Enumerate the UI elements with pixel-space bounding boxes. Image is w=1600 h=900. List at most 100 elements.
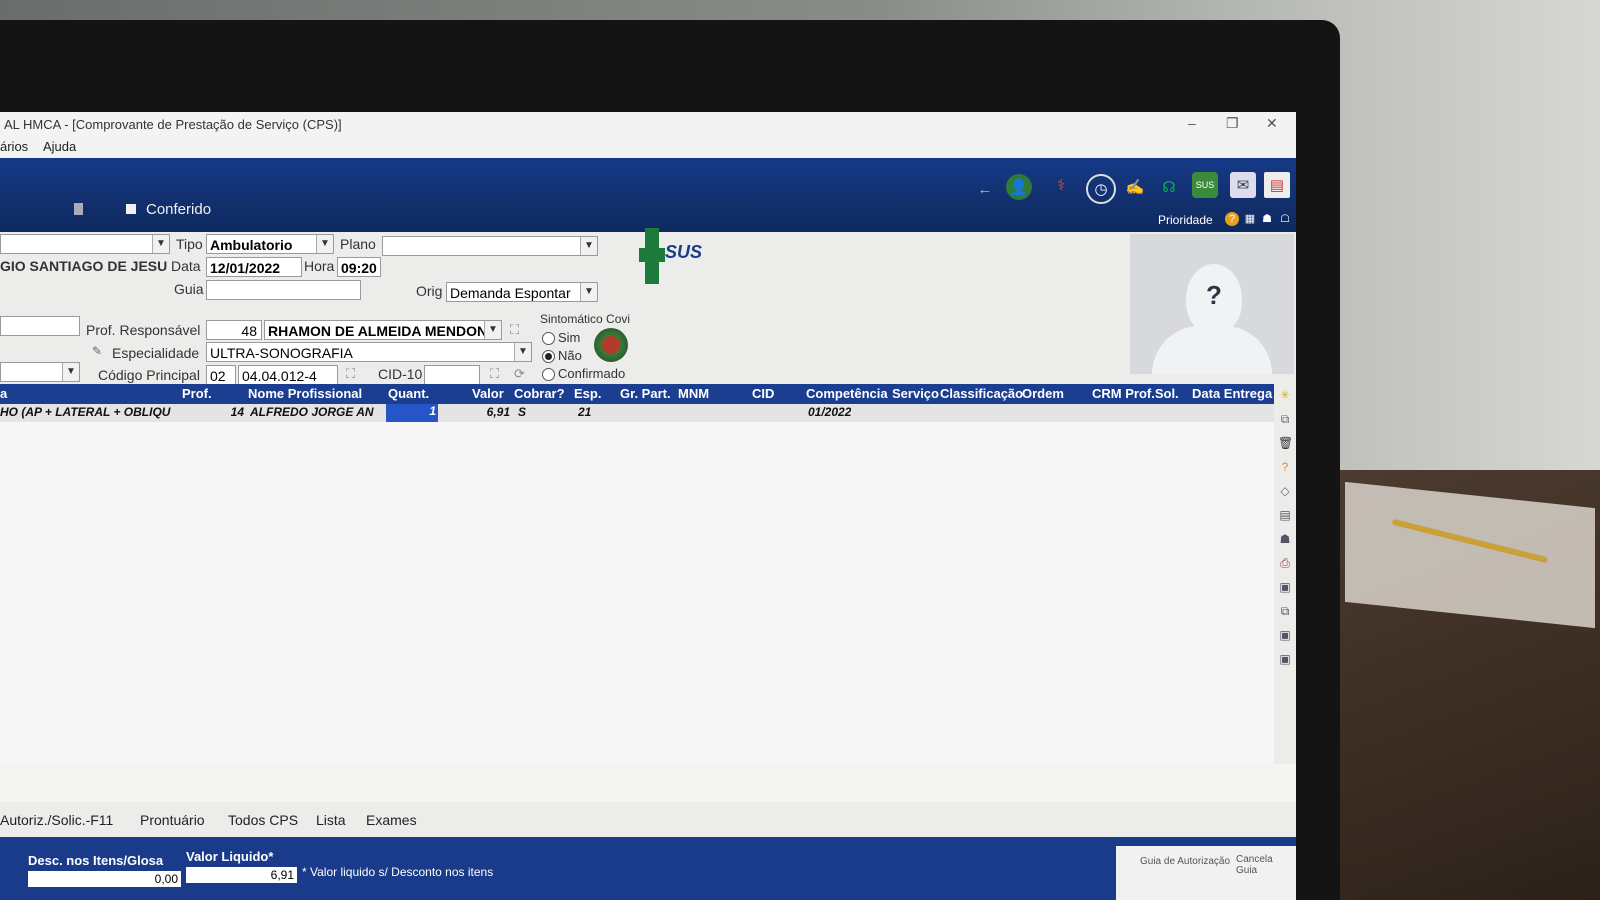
col-cid[interactable]: CID xyxy=(752,386,774,401)
especialidade-select[interactable]: ULTRA-SONOGRAFIA ▼ xyxy=(206,342,532,362)
mail-icon[interactable]: ✉ xyxy=(1230,172,1256,198)
col-nome-profissional[interactable]: Nome Profissional xyxy=(248,386,362,401)
stethoscope-icon[interactable]: ☊ xyxy=(1156,174,1182,200)
tab-autoriz-solic[interactable]: Autoriz./Solic.-F11 xyxy=(0,812,113,828)
chevron-down-icon[interactable]: ▼ xyxy=(580,237,597,255)
conferido-label: Conferido xyxy=(146,201,212,218)
tab-exames[interactable]: Exames xyxy=(366,812,417,828)
col-servico[interactable]: Serviço xyxy=(892,386,939,401)
col-competencia[interactable]: Competência xyxy=(806,386,888,401)
sintomatico-nao-radio[interactable] xyxy=(542,350,555,363)
col-procedimento[interactable]: a xyxy=(0,386,7,401)
prof-resp-select[interactable]: RHAMON DE ALMEIDA MENDON ▼ xyxy=(264,320,502,340)
patient-name: GIO SANTIAGO DE JESU xyxy=(0,258,168,274)
users-icon[interactable]: ☗ xyxy=(1278,532,1292,546)
sintomatico-confirmado-radio[interactable] xyxy=(542,368,555,381)
patient-photo: ? xyxy=(1130,234,1294,374)
liquido-label: Valor Liquido* xyxy=(186,849,274,864)
guia-field[interactable] xyxy=(206,280,361,300)
arrow-left-icon[interactable]: ← xyxy=(978,176,993,202)
aux-field[interactable] xyxy=(0,316,80,336)
report-icon[interactable]: ▤ xyxy=(1264,172,1290,198)
chevron-down-icon[interactable]: ▼ xyxy=(62,363,79,381)
prof-resp-code[interactable]: 48 xyxy=(206,320,262,340)
grid-icon[interactable]: ▦ xyxy=(1243,212,1257,226)
col-mnm[interactable]: MNM xyxy=(678,386,709,401)
codigo-field[interactable]: 04.04.012-4 xyxy=(238,365,338,385)
list-icon[interactable]: ▣ xyxy=(1278,652,1292,666)
warning-person-icon[interactable]: ☖ xyxy=(1278,212,1292,226)
medical-caduceus-icon[interactable]: ⚕ xyxy=(1048,172,1074,198)
side-toolbar: ✳ ⧉ 🗑 ? ◇ ▤ ☗ ⎙ ▣ ⧉ ▣ ▣ xyxy=(1274,384,1296,764)
table-row[interactable]: HO (AP + LATERAL + OBLIQU 14 ALFREDO JOR… xyxy=(0,404,1274,422)
tag-icon[interactable]: ◇ xyxy=(1278,484,1292,498)
col-esp[interactable]: Esp. xyxy=(574,386,601,401)
guia-autorizacao-button[interactable]: Guia de Autorização xyxy=(1140,856,1230,867)
plano-label: Plano xyxy=(340,236,376,252)
writing-hand-icon[interactable]: ✍ xyxy=(1122,174,1148,200)
documents-icon[interactable]: ⧉ xyxy=(1278,604,1292,618)
cell-quant[interactable]: 1 xyxy=(386,404,438,422)
monitor-icon[interactable]: ▣ xyxy=(1278,580,1292,594)
codigo-prefix[interactable]: 02 xyxy=(206,365,236,385)
chevron-down-icon[interactable]: ▼ xyxy=(316,235,333,253)
prof-resp-name: RHAMON DE ALMEIDA MENDON xyxy=(268,323,488,339)
save-icon[interactable]: ▣ xyxy=(1278,628,1292,642)
menu-formularios[interactable]: ários xyxy=(0,139,28,154)
menu-ajuda[interactable]: Ajuda xyxy=(43,139,76,154)
plano-select[interactable]: ▼ xyxy=(382,236,598,256)
col-classificacao[interactable]: Classificação xyxy=(940,386,1023,401)
calculator-icon[interactable] xyxy=(74,203,83,215)
question-icon[interactable]: ? xyxy=(1278,460,1292,474)
orig-select[interactable]: Demanda Espontar ▼ xyxy=(446,282,598,302)
refresh-icon[interactable]: ⟳ xyxy=(514,366,525,382)
chevron-down-icon[interactable]: ▼ xyxy=(152,235,169,253)
sintomatico-sim-radio[interactable] xyxy=(542,332,555,345)
col-cobrar[interactable]: Cobrar? xyxy=(514,386,565,401)
col-quant[interactable]: Quant. xyxy=(388,386,429,401)
star-icon[interactable]: ✳ xyxy=(1278,388,1292,402)
data-label: Data xyxy=(171,258,201,274)
clock-icon[interactable]: ◷ xyxy=(1086,174,1116,204)
cancela-guia-button[interactable]: Cancela Guia xyxy=(1236,854,1296,876)
col-data-entrega[interactable]: Data Entrega xyxy=(1192,386,1272,401)
people-icon[interactable]: ☗ xyxy=(1260,212,1274,226)
trash-icon[interactable]: 🗑 xyxy=(1278,436,1293,450)
chevron-down-icon[interactable]: ▼ xyxy=(580,283,597,301)
copy-icon[interactable]: ⧉ xyxy=(1278,412,1292,426)
cid-field[interactable] xyxy=(424,365,480,385)
binoculars-icon[interactable]: ⛶ xyxy=(510,322,519,338)
tab-todos-cps[interactable]: Todos CPS xyxy=(228,812,298,828)
chevron-down-icon[interactable]: ▼ xyxy=(484,321,501,339)
sus-card-icon[interactable]: SUS xyxy=(1192,172,1218,198)
sintomatico-confirmado-label: Confirmado xyxy=(558,366,626,381)
aux-select[interactable]: ▼ xyxy=(0,362,80,382)
pin-icon[interactable]: ✎ xyxy=(92,344,102,358)
grid-body: HO (AP + LATERAL + OBLIQU 14 ALFREDO JOR… xyxy=(0,404,1274,762)
binoculars-icon[interactable]: ⛶ xyxy=(346,366,355,382)
minimize-button[interactable]: – xyxy=(1188,115,1196,131)
binoculars-icon[interactable]: ⛶ xyxy=(490,366,499,382)
print-icon[interactable]: ⎙ xyxy=(1278,556,1292,570)
sintomatico-nao-label: Não xyxy=(558,348,582,363)
sus-logo-cross-h xyxy=(639,248,665,262)
unknown-person-icon: ? xyxy=(1206,280,1222,310)
conferido-checkbox[interactable] xyxy=(126,204,136,214)
table-icon[interactable]: ▤ xyxy=(1278,508,1292,522)
col-prof[interactable]: Prof. xyxy=(182,386,212,401)
col-valor[interactable]: Valor xyxy=(472,386,504,401)
col-ordem[interactable]: Ordem xyxy=(1022,386,1064,401)
tipo-select[interactable]: Ambulatorio ▼ xyxy=(206,234,334,254)
tab-lista[interactable]: Lista xyxy=(316,812,346,828)
chevron-down-icon[interactable]: ▼ xyxy=(514,343,531,361)
col-crm-prof-sol[interactable]: CRM Prof.Sol. xyxy=(1092,386,1179,401)
restore-button[interactable]: ❐ xyxy=(1226,115,1239,132)
hora-field[interactable]: 09:20 xyxy=(337,257,381,277)
close-button[interactable]: ✕ xyxy=(1266,115,1278,132)
col-gr-part[interactable]: Gr. Part. xyxy=(620,386,671,401)
data-field[interactable]: 12/01/2022 xyxy=(206,257,302,277)
user-add-icon[interactable]: 👤 xyxy=(1006,174,1032,200)
help-icon[interactable]: ? xyxy=(1225,212,1239,226)
tab-prontuario[interactable]: Prontuário xyxy=(140,812,205,828)
unit-select[interactable]: ▼ xyxy=(0,234,170,254)
